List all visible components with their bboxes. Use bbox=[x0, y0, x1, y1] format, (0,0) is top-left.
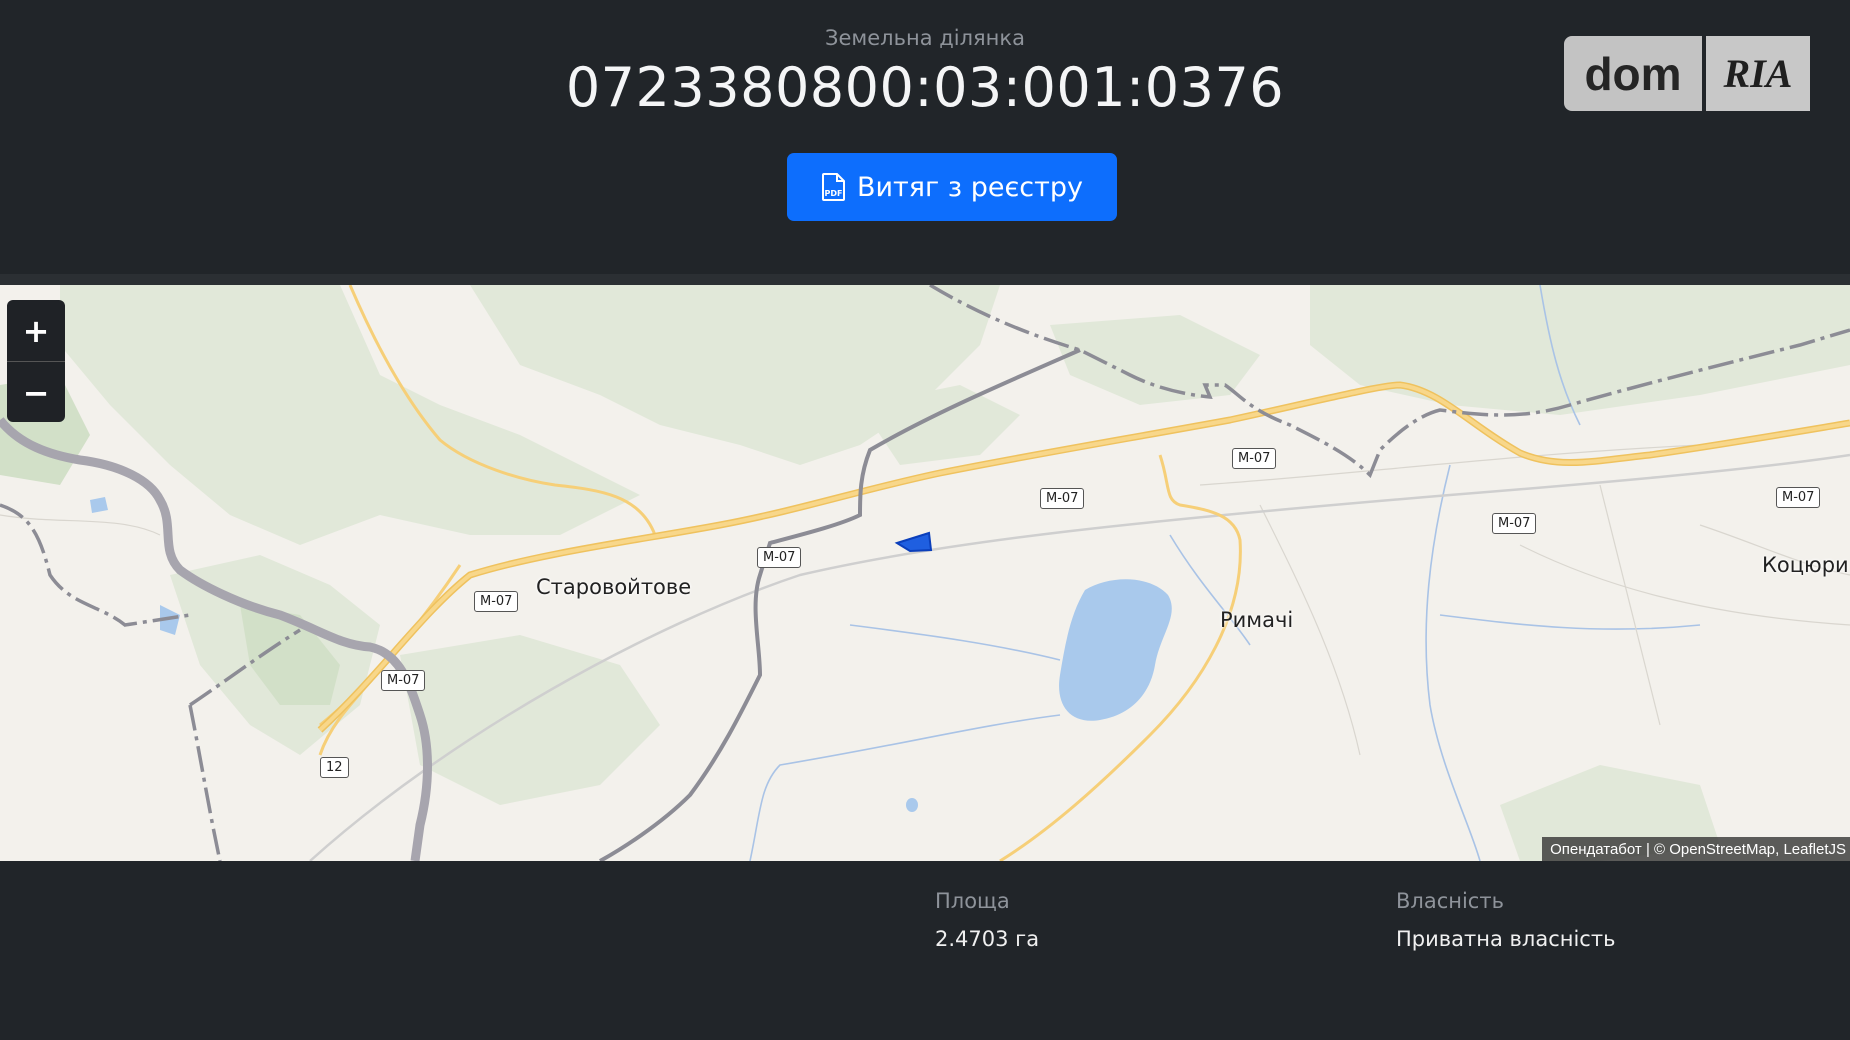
place-label-rymachi: Римачі bbox=[1220, 608, 1294, 632]
road-shield-m07: M-07 bbox=[474, 591, 519, 612]
road-shield-m07: M-07 bbox=[1040, 488, 1085, 509]
map-attribution[interactable]: Опендатабот | © OpenStreetMap, LeafletJS bbox=[1542, 837, 1850, 861]
dom-ria-logo[interactable]: dom RIA bbox=[1564, 36, 1810, 111]
pdf-file-icon: PDF bbox=[821, 172, 847, 202]
area-value: 2.4703 га bbox=[935, 927, 1040, 951]
logo-ria-text: RIA bbox=[1706, 36, 1810, 111]
road-shield-m07: M-07 bbox=[1776, 487, 1821, 508]
road-shield-m07: M-07 bbox=[1492, 513, 1537, 534]
zoom-control: + − bbox=[7, 300, 65, 422]
road-shield-m07: M-07 bbox=[381, 670, 426, 691]
parcel-map[interactable]: + − M-07 M-07 M-07 M-07 M-07 M-07 M-07 1… bbox=[0, 285, 1850, 861]
road-shield-m07: M-07 bbox=[757, 547, 802, 568]
place-label-starovoitove: Старовойтове bbox=[536, 575, 692, 599]
area-label: Площа bbox=[935, 889, 1010, 913]
map-tiles bbox=[0, 285, 1850, 861]
road-shield-12: 12 bbox=[320, 757, 349, 778]
registry-extract-label: Витяг з реєстру bbox=[856, 171, 1083, 203]
ownership-label: Власність bbox=[1396, 889, 1504, 913]
ownership-value: Приватна власність bbox=[1396, 927, 1616, 951]
logo-dom-text: dom bbox=[1564, 36, 1702, 111]
zoom-out-button[interactable]: − bbox=[7, 362, 65, 422]
svg-text:PDF: PDF bbox=[825, 189, 843, 198]
page-header: Земельна ділянка 0723380800:03:001:0376 … bbox=[0, 0, 1850, 274]
registry-extract-button[interactable]: PDF Витяг з реєстру bbox=[787, 153, 1117, 221]
map-top-divider bbox=[0, 274, 1850, 285]
place-label-kotsiury: Коцюри bbox=[1762, 553, 1849, 577]
road-shield-m07: M-07 bbox=[1232, 448, 1277, 469]
zoom-in-button[interactable]: + bbox=[7, 300, 65, 361]
